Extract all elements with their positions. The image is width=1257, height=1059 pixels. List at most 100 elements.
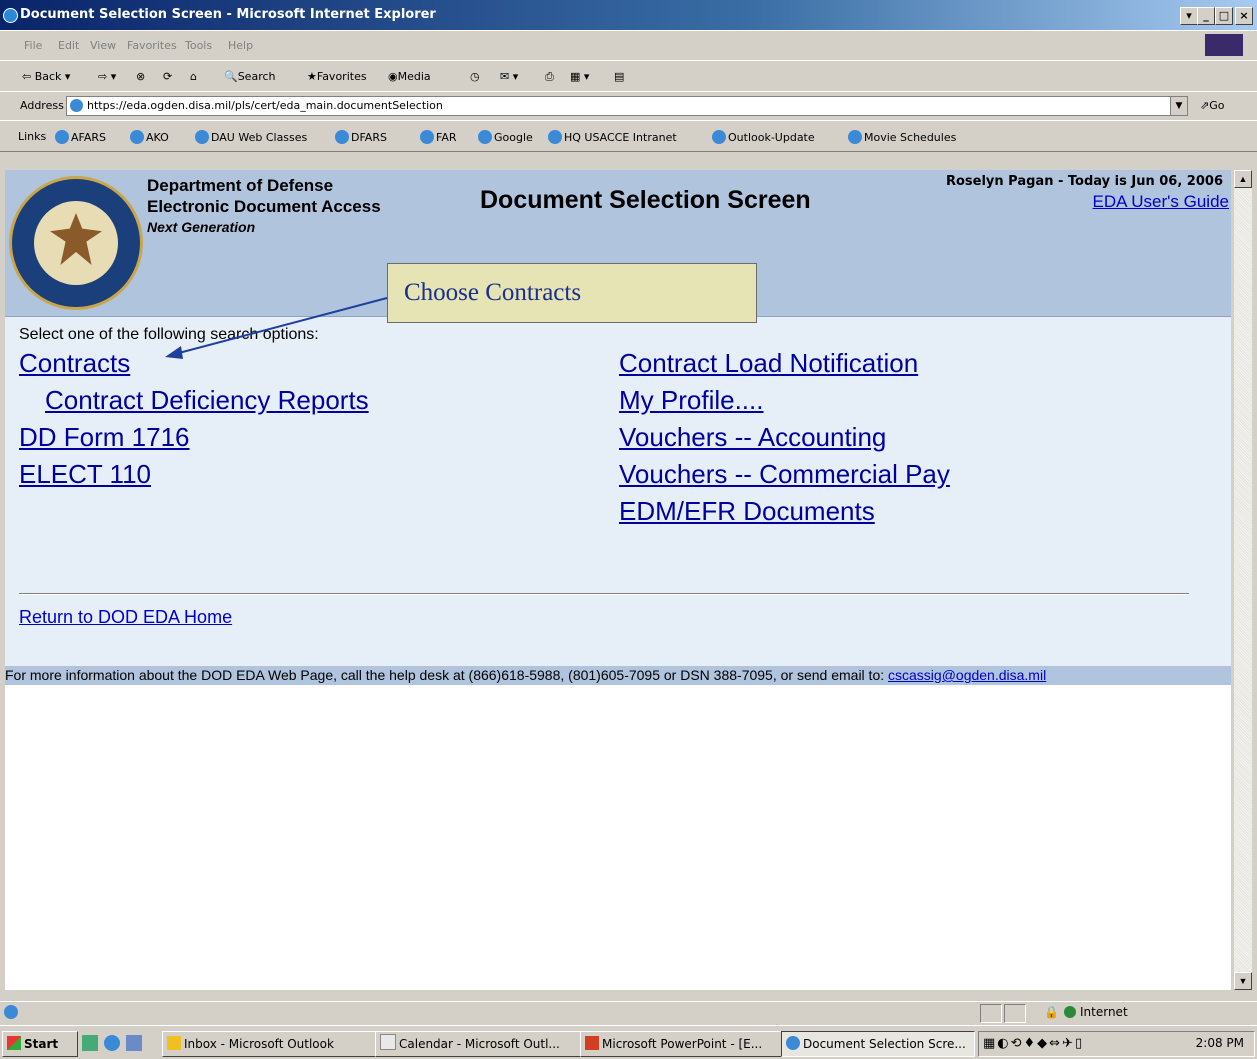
tray-icons[interactable]: ▦◐⟲♦◆⇔✈▯: [983, 1036, 1084, 1051]
help-email-link[interactable]: cscassig@ogden.disa.mil: [888, 667, 1046, 683]
link-afars[interactable]: AFARS: [55, 130, 106, 144]
status-bar: 🔒 Internet: [0, 1001, 1257, 1024]
media-button[interactable]: ◉Media: [388, 70, 431, 83]
link-label: FAR: [436, 131, 457, 144]
link-movie-schedules[interactable]: Movie Schedules: [848, 130, 956, 144]
search-label: Search: [237, 70, 276, 83]
option-contract-deficiency-reports-link[interactable]: Contract Deficiency Reports: [45, 385, 369, 416]
link-hq-usacce[interactable]: HQ USACCE Intranet: [548, 130, 677, 144]
links-label: Links: [18, 130, 47, 143]
discuss-icon[interactable]: ▤: [614, 70, 624, 83]
option-my-profile-link[interactable]: My Profile....: [619, 385, 763, 416]
users-guide-link[interactable]: EDA User's Guide: [1093, 192, 1229, 212]
menu-edit[interactable]: Edit: [58, 39, 79, 52]
ie-link-icon: [195, 130, 209, 144]
lock-icon: 🔒: [1044, 1005, 1059, 1019]
ie-link-icon: [335, 130, 349, 144]
menu-bar: File Edit View Favorites Tools Help: [0, 30, 1257, 61]
start-button[interactable]: Start: [2, 1031, 78, 1057]
task-label: Microsoft PowerPoint - [E...: [602, 1037, 763, 1051]
link-label: AFARS: [71, 131, 106, 144]
dod-seal-logo: [9, 176, 143, 310]
vertical-scrollbar[interactable]: ▲ ▼: [1233, 170, 1252, 990]
windows-flag-icon: [7, 1036, 21, 1050]
option-contract-load-notification-link[interactable]: Contract Load Notification: [619, 348, 918, 379]
favorites-button[interactable]: ★Favorites: [307, 70, 367, 83]
window-title-bar: Document Selection Screen - Microsoft In…: [0, 0, 1257, 30]
refresh-icon[interactable]: ⟳: [163, 70, 172, 83]
link-dfars[interactable]: DFARS: [335, 130, 387, 144]
page-icon: [70, 99, 83, 112]
history-icon[interactable]: ◷: [470, 70, 480, 83]
edit-icon[interactable]: ▦ ▾: [570, 70, 589, 83]
menu-view[interactable]: View: [90, 39, 116, 52]
mail-icon[interactable]: ✉ ▾: [500, 70, 518, 83]
calendar-icon: [380, 1034, 396, 1050]
minimize-button[interactable]: _: [1197, 7, 1215, 25]
go-label: Go: [1209, 99, 1225, 112]
back-label: Back: [34, 70, 62, 83]
menu-help[interactable]: Help: [228, 39, 253, 52]
user-date-info: Roselyn Pagan - Today is Jun 06, 2006: [945, 174, 1223, 189]
address-dropdown-icon[interactable]: ▼: [1170, 97, 1187, 115]
window-title: Document Selection Screen - Microsoft In…: [20, 7, 436, 22]
footer-text: For more information about the DOD EDA W…: [5, 667, 889, 683]
go-button[interactable]: ⇗Go: [1200, 99, 1224, 112]
internet-zone-icon: [1064, 1006, 1076, 1018]
option-dd-form-1716-link[interactable]: DD Form 1716: [19, 422, 190, 453]
print-icon[interactable]: ⎙: [545, 70, 554, 84]
stop-icon[interactable]: ⊗: [136, 70, 145, 83]
link-label: AKO: [146, 131, 169, 144]
return-home-link[interactable]: Return to DOD EDA Home: [19, 607, 232, 628]
menu-favorites[interactable]: Favorites: [127, 39, 177, 52]
show-desktop-icon[interactable]: [82, 1035, 98, 1051]
status-pane: [980, 1004, 1002, 1023]
scroll-up-icon[interactable]: ▲: [1234, 170, 1252, 188]
task-calendar-outlook[interactable]: Calendar - Microsoft Outl...: [375, 1031, 581, 1057]
task-document-selection[interactable]: Document Selection Scre...: [781, 1031, 975, 1057]
system-tray: ▦◐⟲♦◆⇔✈▯ 2:08 PM: [978, 1031, 1255, 1057]
address-bar: Address https://eda.ogden.disa.mil/pls/c…: [0, 91, 1257, 121]
link-outlook-update[interactable]: Outlook-Update: [712, 130, 815, 144]
address-url: https://eda.ogden.disa.mil/pls/cert/eda_…: [87, 99, 443, 112]
address-input[interactable]: https://eda.ogden.disa.mil/pls/cert/eda_…: [66, 96, 1188, 116]
menu-tools[interactable]: Tools: [185, 39, 212, 52]
security-zone-label: Internet: [1080, 1005, 1128, 1019]
status-pane: [1004, 1004, 1026, 1023]
address-label: Address: [20, 99, 64, 112]
link-ako[interactable]: AKO: [130, 130, 169, 144]
options-prompt: Select one of the following search optio…: [19, 326, 319, 343]
divider: [19, 593, 1189, 595]
option-vouchers-accounting-link[interactable]: Vouchers -- Accounting: [619, 422, 886, 453]
close-button[interactable]: ×: [1235, 7, 1253, 25]
taskbar: Start Inbox - Microsoft Outlook Calendar…: [0, 1025, 1257, 1059]
option-vouchers-commercial-pay-link[interactable]: Vouchers -- Commercial Pay: [619, 459, 950, 490]
search-button[interactable]: 🔍Search: [224, 70, 276, 83]
option-edm-efr-documents-link[interactable]: EDM/EFR Documents: [619, 496, 875, 527]
link-google[interactable]: Google: [478, 130, 533, 144]
task-inbox-outlook[interactable]: Inbox - Microsoft Outlook: [162, 1031, 376, 1057]
page-viewport: Department of Defense Electronic Documen…: [5, 170, 1231, 990]
home-icon[interactable]: ⌂: [190, 70, 197, 83]
task-powerpoint[interactable]: Microsoft PowerPoint - [E...: [580, 1031, 782, 1057]
ie-link-icon: [478, 130, 492, 144]
forward-button[interactable]: ⇨ ▾: [98, 70, 116, 83]
scroll-down-icon[interactable]: ▼: [1234, 972, 1252, 990]
option-contracts-link[interactable]: Contracts: [19, 348, 130, 379]
ie-link-icon: [420, 130, 434, 144]
link-label: Google: [494, 131, 533, 144]
link-far[interactable]: FAR: [420, 130, 457, 144]
ie-link-icon: [848, 130, 862, 144]
link-dau[interactable]: DAU Web Classes: [195, 130, 307, 144]
maximize-button[interactable]: □: [1215, 7, 1233, 25]
back-button[interactable]: ⇦ Back ▾: [22, 70, 70, 83]
callout-label: Choose Contracts: [404, 279, 582, 306]
link-label: Movie Schedules: [864, 131, 957, 144]
restore-small-icon[interactable]: ▾: [1180, 7, 1198, 25]
outlook-quicklaunch-icon[interactable]: [126, 1035, 142, 1051]
ie-link-icon: [712, 130, 726, 144]
powerpoint-icon: [585, 1036, 599, 1050]
menu-file[interactable]: File: [24, 39, 42, 52]
ie-quicklaunch-icon[interactable]: [104, 1035, 120, 1051]
option-elect-110-link[interactable]: ELECT 110: [19, 459, 151, 490]
